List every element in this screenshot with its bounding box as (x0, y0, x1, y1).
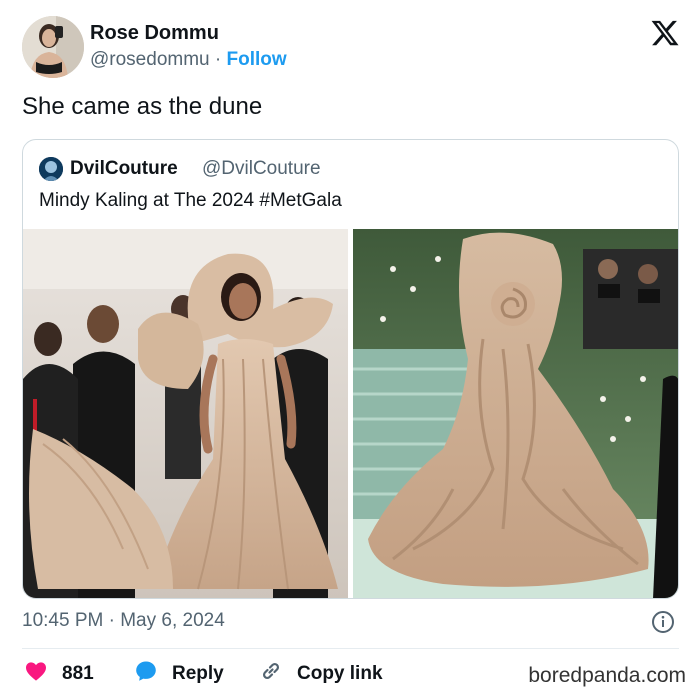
handle-separator: · (214, 49, 222, 70)
heart-icon (24, 659, 62, 689)
like-count: 881 (62, 663, 94, 684)
author-name[interactable]: Rose Dommu (90, 22, 219, 45)
tweet-text: She came as the dune (22, 93, 263, 120)
timestamp-separator: · (108, 610, 115, 631)
author-handle-line: @rosedommu · Follow (90, 49, 287, 71)
tweet-header: Rose Dommu @rosedommu · Follow (22, 16, 682, 78)
tweet-actions: 881 Reply Copy link (22, 660, 502, 688)
copy-link-label: Copy link (297, 663, 383, 684)
met-gala-photo-front[interactable] (23, 229, 348, 598)
tweet-timestamp[interactable]: 10:45 PM · May 6, 2024 (22, 610, 225, 632)
divider (22, 648, 679, 649)
watermark: boredpanda.com (528, 664, 686, 687)
like-button[interactable]: 881 (24, 660, 94, 688)
quoted-author-avatar[interactable] (39, 157, 63, 181)
info-icon[interactable] (651, 610, 675, 634)
quoted-author-name[interactable]: DvilCouture (70, 158, 178, 180)
link-icon (259, 659, 297, 689)
author-handle[interactable]: @rosedommu (90, 49, 210, 70)
tweet-time: 10:45 PM (22, 610, 104, 631)
copy-link-button[interactable]: Copy link (259, 660, 383, 688)
author-avatar[interactable] (22, 16, 84, 78)
quoted-author-handle[interactable]: @DvilCouture (202, 158, 321, 180)
reply-button[interactable]: Reply (134, 660, 224, 688)
met-gala-photo-back[interactable] (353, 229, 678, 598)
speech-bubble-icon (134, 659, 172, 689)
reply-label: Reply (172, 663, 224, 684)
quoted-tweet-text: Mindy Kaling at The 2024 #MetGala (39, 190, 342, 211)
x-logo-icon[interactable] (650, 18, 680, 48)
tweet-date: May 6, 2024 (120, 610, 225, 631)
follow-button[interactable]: Follow (227, 49, 287, 70)
quoted-tweet-card[interactable]: DvilCouture @DvilCouture Mindy Kaling at… (22, 139, 679, 599)
